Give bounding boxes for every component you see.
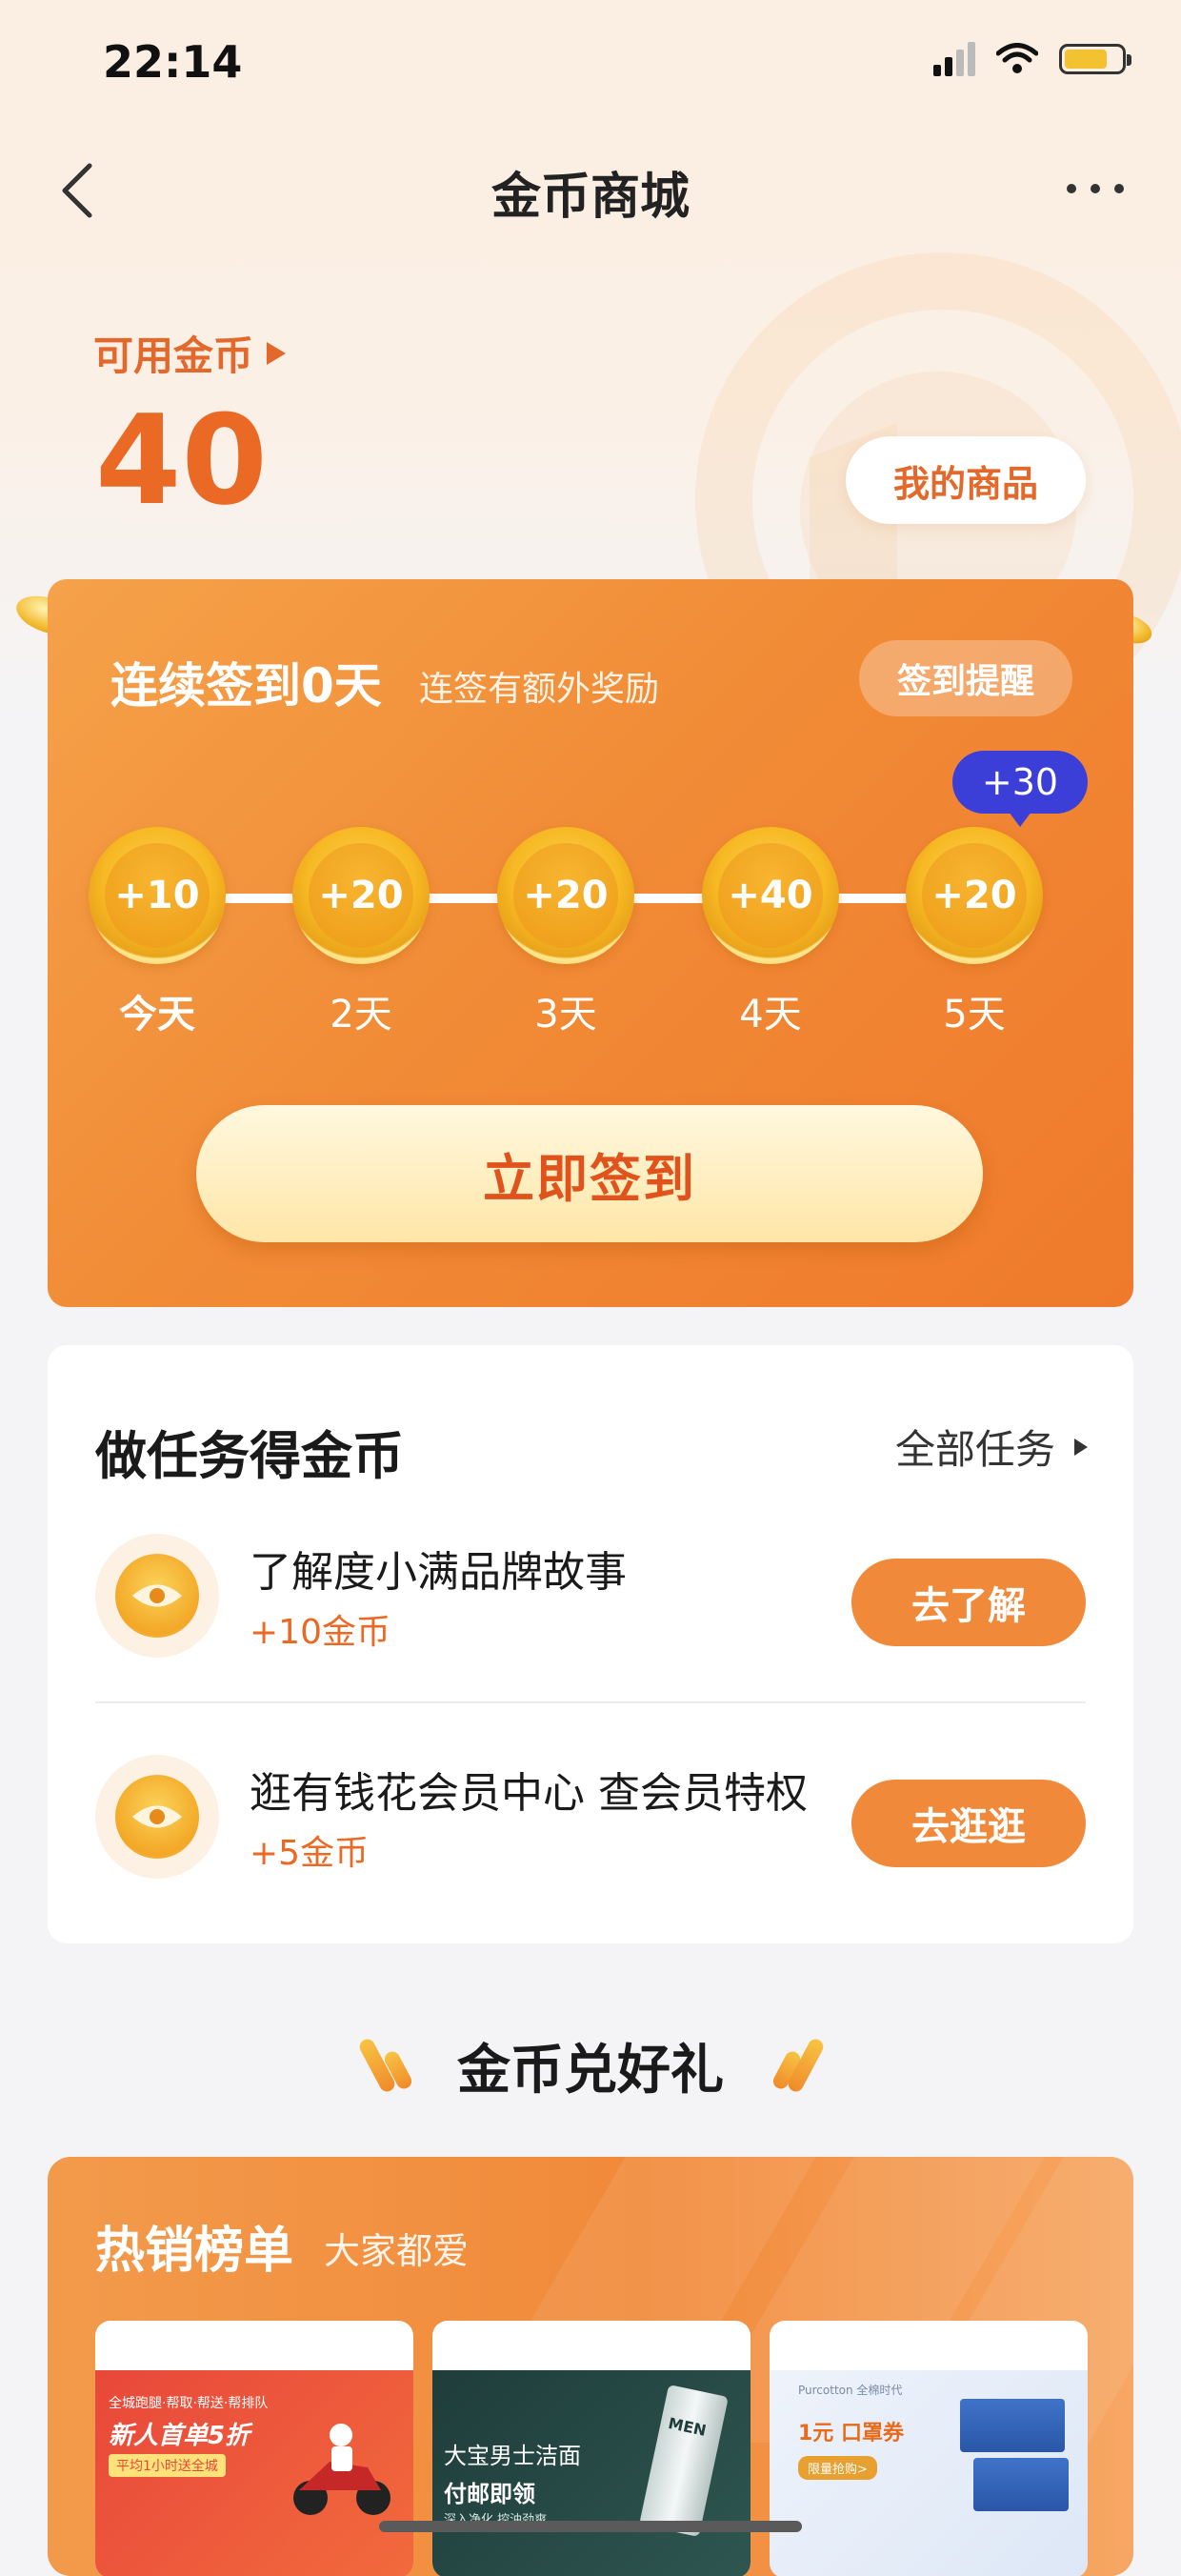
product-card[interactable]: 大宝男士洁面 付邮即领 深入净化 控油劲爽 MEN (432, 2321, 751, 2576)
task-item: 逛有钱花会员中心 查会员特权 +5金币 去逛逛 (95, 1743, 1086, 1886)
ad-headline: 大宝男士洁面 (444, 2443, 581, 2469)
sign-in-card: 连续签到0天 连签有额外奖励 签到提醒 +10 今天 +20 2天 +20 3天… (48, 579, 1133, 1307)
product-image: Purcotton 全棉时代 1元 口罩券 限量抢购> (770, 2370, 1088, 2576)
coin-medal-icon: +20 (906, 827, 1043, 964)
ad-text: 限量抢购> (798, 2456, 877, 2480)
mask-box-icon (960, 2399, 1065, 2452)
all-tasks-link[interactable]: 全部任务 (895, 1418, 1088, 1476)
section-title: 金币兑好礼 (457, 2040, 724, 2102)
task-reward: +10金币 (250, 1613, 390, 1652)
streak-subtitle: 连签有额外奖励 (419, 670, 660, 709)
all-tasks-label: 全部任务 (894, 1426, 1055, 1473)
task-name: 逛有钱花会员中心 查会员特权 (250, 1769, 808, 1818)
ad-text: 平均1小时送全城 (109, 2454, 226, 2477)
day-reward: +40 (718, 843, 823, 948)
coin-medal-icon: +40 (702, 827, 839, 964)
hot-list-card: 热销榜单 大家都爱 全城跑腿·帮取·帮送·帮排队 新人首单5折 平均1小时送全城… (48, 2157, 1133, 2576)
product-tube-icon: MEN (639, 2384, 729, 2538)
product-card[interactable]: 全城跑腿·帮取·帮送·帮排队 新人首单5折 平均1小时送全城 (95, 2321, 413, 2576)
product-tag: MEN (666, 2413, 709, 2440)
coin-medal-icon: +20 (497, 827, 634, 964)
available-coins-link[interactable]: 可用金币 (93, 324, 287, 382)
eye-coin-icon (95, 1534, 219, 1658)
hot-list-subtitle: 大家都爱 (324, 2230, 470, 2272)
hot-list-title: 热销榜单 (95, 2223, 294, 2280)
day-item: +20 3天 (494, 827, 637, 1038)
day-reward: +20 (922, 843, 1027, 948)
day-item: +10 今天 (86, 827, 229, 1038)
day-label: 2天 (330, 993, 392, 1036)
triangle-right-icon (1074, 1438, 1088, 1456)
product-image: 全城跑腿·帮取·帮送·帮排队 新人首单5折 平均1小时送全城 (95, 2370, 413, 2576)
coin-balance: 40 (95, 388, 268, 533)
eye-coin-icon (95, 1755, 219, 1879)
divider (95, 1701, 1086, 1703)
coin-medal-icon: +10 (89, 827, 226, 964)
brand-text: Purcotton 全棉时代 (798, 2384, 903, 2397)
battery-icon (1059, 44, 1131, 74)
page-title: 金币商城 (490, 169, 690, 226)
delivery-rider-icon (293, 2424, 390, 2515)
day-label: 3天 (534, 993, 597, 1036)
day-item: +20 2天 (290, 827, 432, 1038)
day-reward: +20 (309, 843, 413, 948)
wifi-icon (996, 43, 1038, 73)
triangle-right-icon (267, 341, 287, 365)
tasks-title: 做任务得金币 (95, 1426, 404, 1486)
available-coins-label: 可用金币 (93, 332, 254, 379)
tasks-card: 做任务得金币 全部任务 了解度小满品牌故事 +10金币 去了解 逛有钱花会员中心… (48, 1345, 1133, 1943)
ad-headline: 新人首单5折 (109, 2422, 250, 2450)
day-reward: +20 (513, 843, 618, 948)
task-reward: +5金币 (250, 1834, 370, 1873)
status-time: 22:14 (103, 36, 243, 88)
sign-in-reminder-button[interactable]: 签到提醒 (859, 640, 1072, 716)
ad-headline: 1元 口罩券 (798, 2422, 904, 2445)
bonus-badge: +30 (952, 751, 1088, 827)
home-indicator[interactable] (379, 2521, 802, 2532)
my-goods-button[interactable]: 我的商品 (846, 436, 1086, 524)
task-go-button[interactable]: 去逛逛 (851, 1780, 1086, 1867)
day-label: 4天 (739, 993, 802, 1036)
coin-medal-icon: +20 (292, 827, 430, 964)
product-image: 大宝男士洁面 付邮即领 深入净化 控油劲爽 MEN (432, 2370, 751, 2576)
streak-title: 连续签到0天 (110, 658, 382, 714)
sign-in-button[interactable]: 立即签到 (196, 1105, 983, 1242)
day-item: +40 4天 (699, 827, 842, 1038)
product-card[interactable]: Purcotton 全棉时代 1元 口罩券 限量抢购> (770, 2321, 1088, 2576)
task-name: 了解度小满品牌故事 (250, 1548, 627, 1597)
ad-text: 付邮即领 (444, 2481, 535, 2507)
signal-icon (933, 42, 975, 76)
more-options-icon[interactable] (1067, 170, 1124, 208)
day-label: 今天 (119, 993, 195, 1036)
task-item: 了解度小满品牌故事 +10金币 去了解 (95, 1522, 1086, 1665)
day-item: +20 5天 (903, 827, 1046, 1038)
task-go-button[interactable]: 去了解 (851, 1559, 1086, 1646)
ad-text: 全城跑腿·帮取·帮送·帮排队 (109, 2396, 269, 2411)
status-icons (933, 42, 1131, 76)
day-reward: +10 (105, 843, 210, 948)
day-label: 5天 (943, 993, 1006, 1036)
mask-box-icon (973, 2458, 1069, 2511)
